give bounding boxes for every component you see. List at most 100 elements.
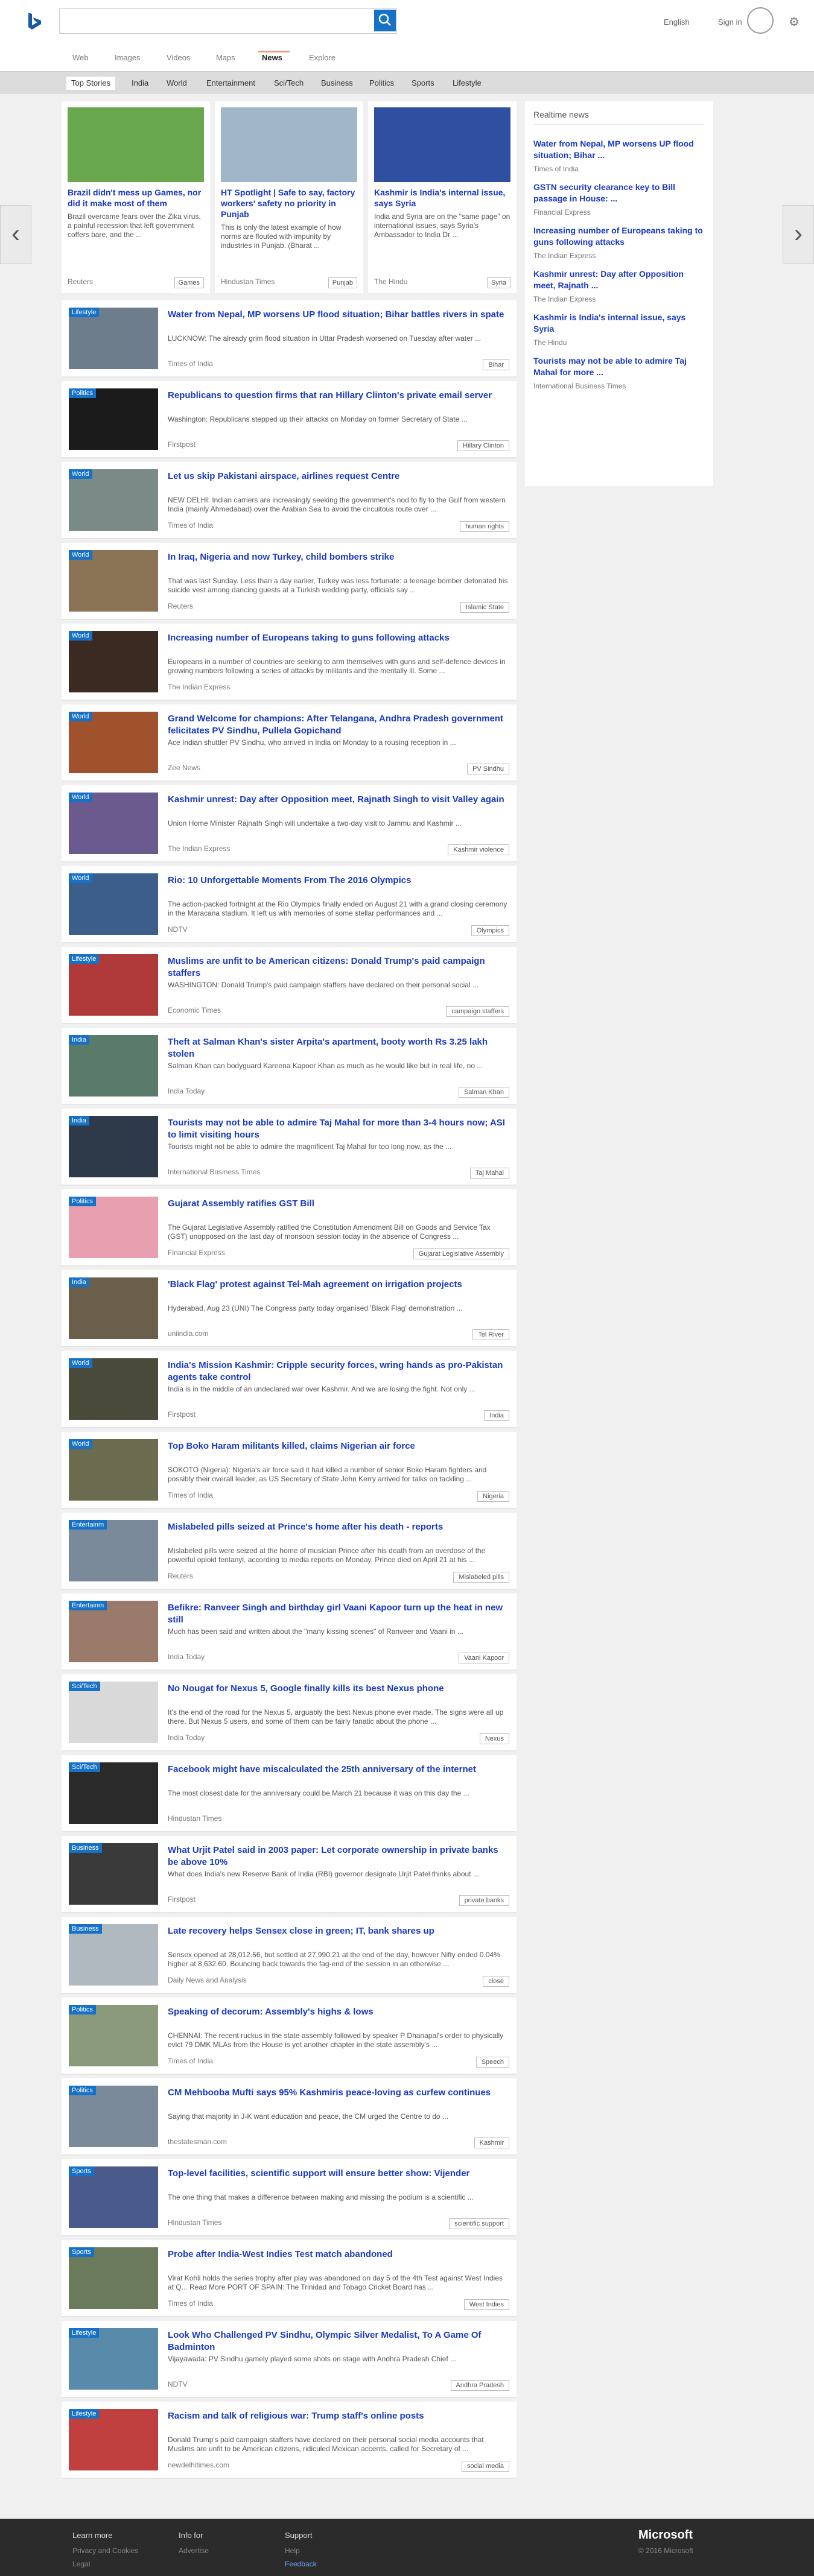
scope-videos[interactable]: Videos: [167, 53, 191, 62]
footer-advertise-link[interactable]: Advertise: [179, 2546, 209, 2555]
story-title[interactable]: What Urjit Patel said in 2003 paper: Let…: [168, 1844, 509, 1869]
tab-top-stories[interactable]: Top Stories: [66, 77, 116, 90]
news-row[interactable]: Politics CM Mehbooba Mufti says 95% Kashm…: [62, 2078, 517, 2156]
story-title[interactable]: Speaking of decorum: Assembly's highs & …: [168, 2006, 509, 2018]
story-tag[interactable]: Punjab: [328, 277, 357, 288]
scope-web[interactable]: Web: [72, 53, 89, 62]
tab-business[interactable]: Business: [316, 77, 358, 90]
story-tag[interactable]: private banks: [459, 1895, 509, 1906]
realtime-item-title[interactable]: Tourists may not be able to admire Taj M…: [533, 355, 705, 378]
story-title[interactable]: India's Mission Kashmir: Cripple securit…: [168, 1359, 509, 1384]
news-row[interactable]: Politics Republicans to question firms th…: [62, 381, 517, 458]
story-title[interactable]: Grand Welcome for champions: After Telan…: [168, 713, 509, 737]
news-row[interactable]: World Top Boko Haram militants killed, cl…: [62, 1432, 517, 1509]
top-card[interactable]: Kashmir is India's internal issue, says …: [368, 101, 517, 293]
news-row[interactable]: India 'Black Flag' protest against Tel-Ma…: [62, 1270, 517, 1347]
story-title[interactable]: Rio: 10 Unforgettable Moments From The 2…: [168, 875, 509, 887]
story-tag[interactable]: scientific support: [449, 2218, 509, 2229]
news-row[interactable]: India Tourists may not be able to admire …: [62, 1109, 517, 1186]
footer-help-link[interactable]: Help: [285, 2546, 300, 2555]
story-tag[interactable]: Islamic State: [460, 602, 509, 613]
news-row[interactable]: World Grand Welcome for champions: After …: [62, 704, 517, 782]
news-row[interactable]: Sports Probe after India-West Indies Test…: [62, 2240, 517, 2317]
tab-sports[interactable]: Sports: [407, 77, 439, 90]
story-tag[interactable]: Bihar: [483, 359, 509, 370]
news-row[interactable]: World Rio: 10 Unforgettable Moments From …: [62, 866, 517, 943]
story-tag[interactable]: Syria: [486, 277, 510, 288]
story-tag[interactable]: Taj Mahal: [469, 1168, 509, 1179]
footer-privacy-link[interactable]: Privacy and Cookies: [72, 2546, 138, 2555]
story-title[interactable]: CM Mehbooba Mufti says 95% Kashmiris pea…: [168, 2087, 509, 2099]
story-title[interactable]: No Nougat for Nexus 5, Google finally ki…: [168, 1683, 509, 1695]
news-row[interactable]: Business Late recovery helps Sensex close…: [62, 1917, 517, 1994]
story-tag[interactable]: close: [483, 1976, 509, 1987]
news-row[interactable]: Lifestyle Racism and talk of religious wa…: [62, 2402, 517, 2479]
story-title[interactable]: Theft at Salman Khan's sister Arpita's a…: [168, 1036, 509, 1060]
tab-scitech[interactable]: Sci/Tech: [269, 77, 308, 90]
story-title[interactable]: Mislabeled pills seized at Prince's home…: [168, 1521, 509, 1533]
news-row[interactable]: World Let us skip Pakistani airspace, air…: [62, 462, 517, 539]
story-tag[interactable]: campaign staffers: [446, 1006, 509, 1017]
story-tag[interactable]: West Indies: [463, 2299, 509, 2310]
news-row[interactable]: Entertainm Mislabeled pills seized at Pri…: [62, 1513, 517, 1590]
story-tag[interactable]: Kashmir: [474, 2138, 509, 2148]
news-row[interactable]: World Increasing number of Europeans taki…: [62, 624, 517, 701]
story-tag[interactable]: Nexus: [479, 1733, 509, 1744]
avatar[interactable]: [747, 7, 774, 34]
scope-maps[interactable]: Maps: [216, 53, 235, 62]
news-row[interactable]: Sci/Tech Facebook might have miscalculate…: [62, 1755, 517, 1832]
news-row[interactable]: Politics Speaking of decorum: Assembly's …: [62, 1998, 517, 2075]
realtime-item-title[interactable]: Kashmir is India's internal issue, says …: [533, 312, 705, 335]
footer-legal-link[interactable]: Legal: [72, 2560, 90, 2568]
news-row[interactable]: Business What Urjit Patel said in 2003 pa…: [62, 1836, 517, 1913]
news-row[interactable]: World Kashmir unrest: Day after Oppositio…: [62, 785, 517, 862]
tab-entertainment[interactable]: Entertainment: [202, 77, 260, 90]
story-tag[interactable]: social media: [461, 2461, 509, 2472]
news-row[interactable]: India Theft at Salman Khan's sister Arpit…: [62, 1028, 517, 1105]
news-row[interactable]: Lifestyle Water from Nepal, MP worsens UP…: [62, 300, 517, 378]
story-title[interactable]: HT Spotlight | Safe to say, factory work…: [221, 187, 357, 220]
story-tag[interactable]: Olympics: [471, 925, 509, 936]
bing-logo-icon[interactable]: [27, 12, 42, 30]
story-title[interactable]: Kashmir unrest: Day after Opposition mee…: [168, 794, 509, 806]
realtime-item-title[interactable]: GSTN security clearance key to Bill pass…: [533, 182, 705, 204]
story-tag[interactable]: PV Sindhu: [467, 764, 509, 774]
story-title[interactable]: Late recovery helps Sensex close in gree…: [168, 1925, 509, 1937]
story-tag[interactable]: Nigeria: [477, 1491, 509, 1502]
signin-link[interactable]: Sign in: [718, 17, 742, 27]
tab-india[interactable]: India: [127, 77, 153, 90]
realtime-item-title[interactable]: Kashmir unrest: Day after Opposition mee…: [533, 268, 705, 291]
news-row[interactable]: World In Iraq, Nigeria and now Turkey, ch…: [62, 543, 517, 620]
news-row[interactable]: Sports Top-level facilities, scientific s…: [62, 2159, 517, 2236]
tab-lifestyle[interactable]: Lifestyle: [448, 77, 486, 90]
story-tag[interactable]: Vaani Kapoor: [459, 1653, 509, 1663]
news-row[interactable]: Sci/Tech No Nougat for Nexus 5, Google fi…: [62, 1674, 517, 1752]
story-title[interactable]: Let us skip Pakistani airspace, airlines…: [168, 470, 509, 483]
news-row[interactable]: Politics Gujarat Assembly ratifies GST Bi…: [62, 1189, 517, 1267]
tab-world[interactable]: World: [162, 77, 192, 90]
top-card[interactable]: Brazil didn't mess up Games, nor did it …: [62, 101, 210, 293]
scope-explore[interactable]: Explore: [309, 53, 335, 62]
story-tag[interactable]: Hillary Clinton: [457, 440, 509, 451]
scope-images[interactable]: Images: [115, 53, 141, 62]
story-title[interactable]: Brazil didn't mess up Games, nor did it …: [68, 187, 204, 209]
footer-feedback-link[interactable]: Feedback: [285, 2560, 317, 2568]
story-title[interactable]: 'Black Flag' protest against Tel-Mah agr…: [168, 1279, 509, 1291]
story-tag[interactable]: Kashmir violence: [448, 844, 509, 855]
story-title[interactable]: Muslims are unfit to be American citizen…: [168, 955, 509, 979]
next-arrow-icon[interactable]: ›: [783, 205, 814, 264]
news-row[interactable]: Entertainm Befikre: Ranveer Singh and bir…: [62, 1593, 517, 1671]
story-tag[interactable]: India: [484, 1410, 509, 1421]
news-row[interactable]: Lifestyle Look Who Challenged PV Sindhu, …: [62, 2321, 517, 2398]
gear-icon[interactable]: ⚙: [789, 14, 800, 30]
story-title[interactable]: Top-level facilities, scientific support…: [168, 2168, 509, 2180]
tab-politics[interactable]: Politics: [364, 77, 399, 90]
story-title[interactable]: Racism and talk of religious war: Trump …: [168, 2410, 509, 2422]
story-title[interactable]: Republicans to question firms that ran H…: [168, 390, 509, 402]
prev-arrow-icon[interactable]: ‹: [0, 205, 31, 264]
story-tag[interactable]: Games: [174, 277, 204, 288]
search-input[interactable]: [59, 8, 397, 34]
story-title[interactable]: Tourists may not be able to admire Taj M…: [168, 1117, 509, 1141]
story-title[interactable]: Gujarat Assembly ratifies GST Bill: [168, 1198, 509, 1210]
scope-news[interactable]: News: [262, 53, 282, 62]
